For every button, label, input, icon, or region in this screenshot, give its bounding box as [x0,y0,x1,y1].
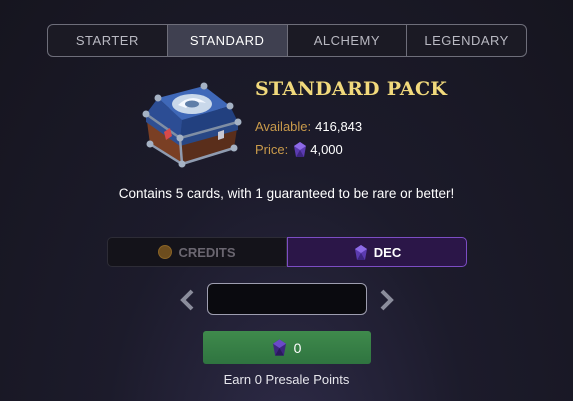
dec-gem-icon [354,244,367,260]
tab-standard[interactable]: STANDARD [167,25,288,56]
chevron-left-icon[interactable] [178,288,196,312]
credits-coin-icon [158,245,173,259]
quantity-input[interactable] [207,283,367,315]
buy-button[interactable]: 0 [203,331,371,364]
pack-title: STANDARD PACK [255,78,448,100]
pack-tabs: STARTER STANDARD ALCHEMY LEGENDARY [47,24,527,57]
available-label: Available: [255,119,312,134]
currency-toggle: CREDITS DEC [107,237,467,267]
available-row: Available: 416,843 [255,119,362,134]
pack-description: Contains 5 cards, with 1 guaranteed to b… [118,186,455,201]
tab-alchemy[interactable]: ALCHEMY [288,25,408,56]
available-value: 416,843 [315,119,363,134]
tab-legendary[interactable]: LEGENDARY [407,25,526,56]
dec-label: DEC [373,244,402,260]
dec-button[interactable]: DEC [287,237,467,267]
price-value: 4,000 [310,142,343,157]
credits-label: CREDITS [178,244,236,260]
tab-starter[interactable]: STARTER [48,25,168,56]
dec-gem-icon [294,142,307,157]
price-row: Price: 4,000 [255,142,343,157]
pack-chest-icon [142,82,242,168]
dec-gem-icon [272,339,286,356]
earn-points-text: Earn 0 Presale Points [223,372,350,387]
buy-amount: 0 [293,339,302,356]
price-label: Price: [255,142,289,157]
credits-button[interactable]: CREDITS [107,237,287,267]
chevron-right-icon[interactable] [378,288,396,312]
